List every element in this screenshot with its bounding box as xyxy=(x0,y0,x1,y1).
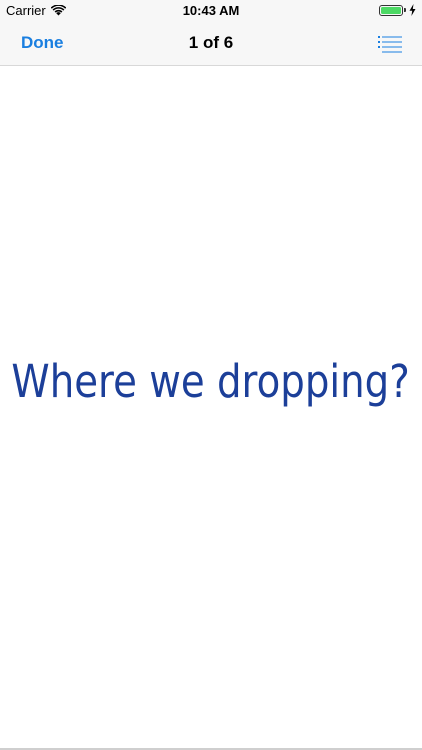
status-time: 10:43 AM xyxy=(182,3,240,18)
slide-content: Where we dropping? xyxy=(0,66,422,746)
page-title: 1 of 6 xyxy=(188,33,234,52)
battery-icon xyxy=(379,4,403,16)
battery-fill xyxy=(381,6,401,14)
nav-bar: Done 1 of 6 xyxy=(0,22,422,66)
battery-nub xyxy=(404,8,406,12)
status-bar: Carrier 10:43 AM xyxy=(0,0,422,22)
screen: Carrier 10:43 AM Done 1 of 6 Where we dr… xyxy=(0,0,422,750)
list-icon[interactable] xyxy=(378,35,402,53)
status-battery xyxy=(379,4,416,16)
charging-bolt-icon xyxy=(409,4,416,16)
slide-text: Where we dropping? xyxy=(11,354,411,408)
